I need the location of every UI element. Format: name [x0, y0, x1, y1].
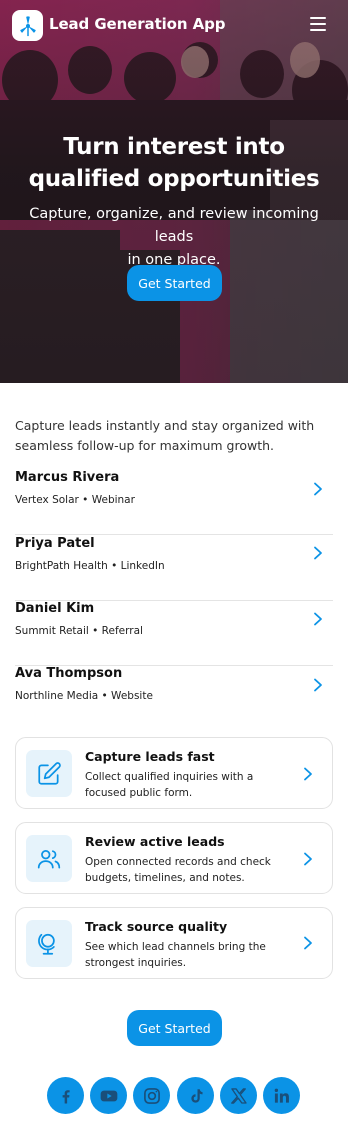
lead-name: Ava Thompson	[15, 666, 123, 681]
chevron-right-icon[interactable]	[301, 936, 315, 950]
x-icon[interactable]	[220, 1077, 257, 1114]
bottom-get-started-button[interactable]: Get Started	[127, 1010, 222, 1046]
lead-row[interactable]: Marcus Rivera Vertex Solar • Webinar	[15, 470, 333, 535]
hero-title: Turn interest into qualified opportuniti…	[0, 131, 348, 195]
windmill-icon	[19, 15, 36, 36]
lead-name: Priya Patel	[15, 536, 95, 551]
lead-row[interactable]: Priya Patel BrightPath Health • LinkedIn	[15, 536, 333, 601]
hero-title-line-2: qualified opportunities	[28, 166, 320, 192]
feature-card-capture[interactable]: Capture leads fast Collect qualified inq…	[15, 737, 333, 809]
users-icon	[37, 849, 61, 869]
lead-row[interactable]: Daniel Kim Summit Retail • Referral	[15, 601, 333, 666]
lead-meta: Vertex Solar • Webinar	[15, 494, 135, 506]
facebook-glyph	[62, 1089, 70, 1103]
lead-row[interactable]: Ava Thompson Northline Media • Website	[15, 666, 333, 731]
app-logo[interactable]	[12, 10, 43, 41]
hero-subtitle: Capture, organize, and review incoming l…	[12, 203, 336, 272]
hamburger-icon[interactable]	[310, 17, 326, 31]
feature-card-review[interactable]: Review active leads Open connected recor…	[15, 822, 333, 894]
instagram-icon[interactable]	[133, 1077, 170, 1114]
youtube-icon[interactable]	[90, 1077, 127, 1114]
app-title: Lead Generation App	[49, 15, 226, 33]
linkedin-icon[interactable]	[263, 1077, 300, 1114]
lead-meta: BrightPath Health • LinkedIn	[15, 560, 165, 572]
instagram-glyph	[143, 1087, 160, 1104]
hero-section: Lead Generation App Turn interest into q…	[0, 0, 348, 383]
card-title: Review active leads	[85, 834, 225, 849]
top-nav-bar: Lead Generation App	[0, 0, 348, 50]
lead-name: Daniel Kim	[15, 601, 95, 616]
x-glyph	[230, 1087, 247, 1104]
chevron-right-icon[interactable]	[311, 612, 325, 626]
facebook-icon[interactable]	[47, 1077, 84, 1114]
chevron-right-icon[interactable]	[301, 767, 315, 781]
chevron-right-icon[interactable]	[301, 852, 315, 866]
card-title: Track source quality	[85, 919, 228, 934]
lead-name: Marcus Rivera	[15, 470, 120, 485]
globe-icon	[38, 933, 55, 955]
card-description: Open connected records and check budgets…	[85, 856, 271, 884]
chevron-right-icon[interactable]	[311, 678, 325, 692]
intro-text: Capture leads instantly and stay organiz…	[15, 418, 315, 453]
card-title: Capture leads fast	[85, 749, 215, 764]
lead-meta: Northline Media • Website	[15, 690, 153, 702]
edit-pen-icon	[38, 761, 61, 785]
linkedin-glyph	[274, 1088, 289, 1103]
card-description: See which lead channels bring the strong…	[85, 941, 266, 969]
tiktok-glyph	[190, 1088, 203, 1103]
card-icon-box	[26, 835, 72, 882]
hero-title-line-1: Turn interest into	[63, 134, 285, 160]
tiktok-icon[interactable]	[177, 1077, 214, 1114]
chevron-right-icon[interactable]	[311, 546, 325, 560]
card-icon-box	[26, 920, 72, 967]
lead-meta: Summit Retail • Referral	[15, 625, 143, 637]
feature-card-track[interactable]: Track source quality See which lead chan…	[15, 907, 333, 979]
hero-subtitle-line-1: Capture, organize, and review incoming l…	[29, 206, 319, 245]
card-icon-box	[26, 750, 72, 797]
chevron-right-icon[interactable]	[311, 482, 325, 496]
hero-get-started-button[interactable]: Get Started	[127, 265, 222, 301]
youtube-glyph	[100, 1090, 117, 1101]
card-description: Collect qualified inquiries with a focus…	[85, 771, 254, 799]
